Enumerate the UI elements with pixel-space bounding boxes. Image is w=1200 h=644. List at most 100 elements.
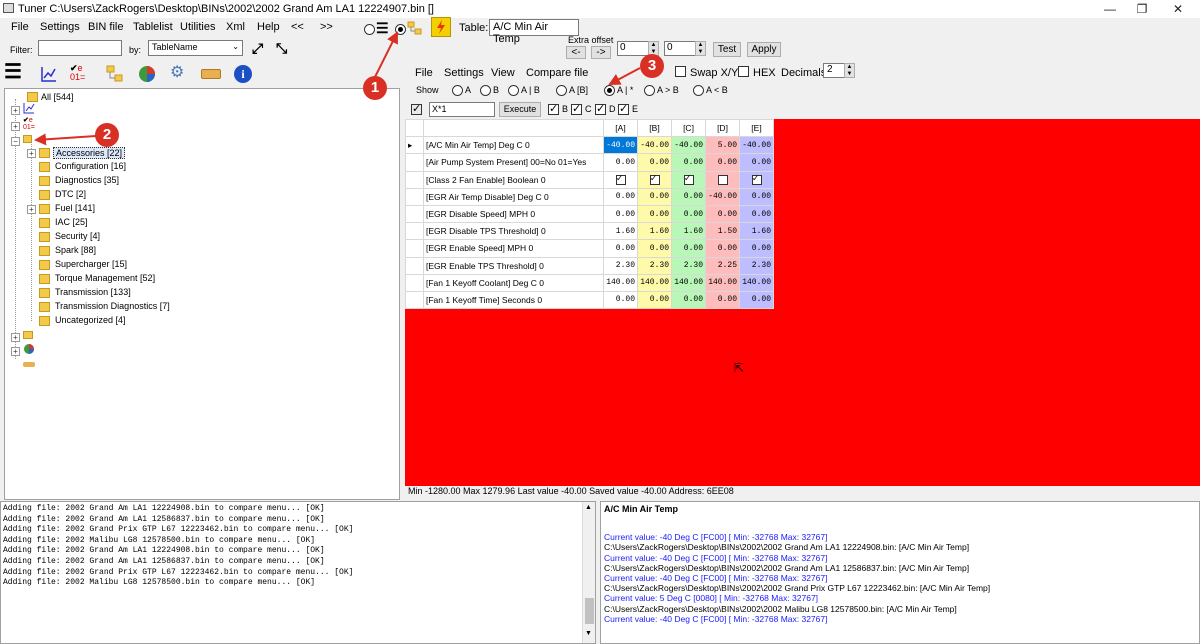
table-cell[interactable]: 0.00 [739,204,774,224]
table-cell[interactable]: 2.30 [603,256,638,275]
table-cell[interactable]: 0.00 [671,239,706,258]
row-header[interactable] [405,290,424,310]
info-icon[interactable]: i [234,65,252,83]
table-cell[interactable]: 0.00 [637,290,672,310]
gear-icon[interactable]: ⚙ [170,65,188,83]
menu-utilities[interactable]: Utilities [180,21,215,33]
table-cell[interactable]: 0.00 [637,187,672,206]
editor-menu-view[interactable]: View [491,67,515,79]
category-tree[interactable]: All [544] + + ✔e 01= − + Accessories [22]… [4,88,400,500]
table-cell[interactable]: 0.00 [603,153,638,172]
offset-left-button[interactable]: <- [566,46,586,59]
list-view-radio[interactable] [364,24,375,35]
show-a-gt-b-radio[interactable] [644,85,655,96]
table-row[interactable]: [Fan 1 Keyoff Coolant] Deg C 0 140.00 140.… [405,273,774,292]
offset-spinner-2[interactable]: ▲ ▼ [695,41,706,56]
table-cell[interactable]: 140.00 [637,273,672,292]
table-cell[interactable]: 1.50 [705,222,740,241]
table-row[interactable]: [EGR Enable Speed] MPH 0 0.00 0.00 0.00 0.00… [405,239,774,258]
table-cell[interactable]: 0.00 [739,187,774,206]
row-header[interactable] [405,239,424,258]
menu-xml[interactable]: Xml [226,21,245,33]
compare-table[interactable]: [A] [B] [C] [D] [E] ▸ [A/C Min Air Temp] … [405,118,774,310]
hex-checkbox[interactable] [738,66,749,77]
show-a-all-radio[interactable] [604,85,615,96]
tree-view-radio[interactable] [395,24,406,35]
cell-checkbox[interactable] [751,173,762,185]
table-cell[interactable]: 0.00 [705,153,740,172]
cell-checkbox[interactable] [683,173,694,185]
maximize-button[interactable]: ❐ [1124,0,1160,18]
select-cells-checkbox[interactable] [411,102,422,115]
table-row[interactable]: [EGR Enable TPS Threshold] 0 2.30 2.30 2.30… [405,256,774,275]
table-cell[interactable]: 2.30 [739,256,774,275]
table-cell[interactable]: 5.00 [705,136,740,155]
cell-checkbox[interactable] [717,174,728,185]
table-cell[interactable]: -40.00 [705,187,740,206]
expand-icon[interactable]: + [27,205,36,214]
table-cell[interactable]: 0.00 [637,153,672,172]
table-cell[interactable]: 0.00 [705,290,740,310]
table-row[interactable]: [EGR Disable TPS Threshold] 0 1.60 1.60 1.6… [405,222,774,241]
table-cell[interactable]: 0.00 [739,239,774,258]
table-cell[interactable]: 0.00 [671,290,706,310]
scroll-up-icon[interactable]: ▲ [585,504,592,511]
cell-checkbox[interactable] [615,173,626,185]
expand-icon[interactable]: + [11,106,20,115]
menu-settings[interactable]: Settings [40,21,80,33]
table-row[interactable]: [EGR Air Temp Disable] Deg C 0 0.00 0.00 0.… [405,187,774,206]
column-header-b[interactable]: [B] [637,118,672,138]
menu-tablelist[interactable]: Tablelist [133,21,173,33]
editor-menu-settings[interactable]: Settings [444,67,484,79]
menu-bin-file[interactable]: BIN file [88,21,123,33]
table-cell[interactable]: 0.00 [671,153,706,172]
row-header[interactable] [405,256,424,275]
table-cell[interactable]: 1.60 [637,222,672,241]
collapse-all-icon[interactable]: ⤡ [276,41,292,57]
table-cell[interactable]: 0.00 [671,204,706,224]
scroll-thumb[interactable] [585,598,594,624]
table-cell[interactable]: 2.30 [671,256,706,275]
row-header[interactable] [405,273,424,292]
row-header[interactable]: ▸ [405,136,424,155]
table-cell[interactable]: 140.00 [739,273,774,292]
table-cell[interactable]: 0.00 [705,204,740,224]
table-cell[interactable]: 0.00 [603,187,638,206]
editor-menu-compare-file[interactable]: Compare file [526,67,588,79]
expand-icon[interactable]: + [11,347,20,356]
table-cell[interactable]: 1.60 [671,222,706,241]
table-cell[interactable]: 140.00 [603,273,638,292]
expand-all-icon[interactable]: ⤢ [252,41,268,57]
table-cell[interactable]: 0.00 [603,290,638,310]
table-cell[interactable]: 140.00 [671,273,706,292]
table-cell[interactable]: -40.00 [603,136,638,155]
table-cell[interactable]: -40.00 [637,136,672,155]
close-button[interactable]: ✕ [1160,0,1196,18]
table-cell[interactable] [603,170,638,189]
table-row[interactable]: [Fan 1 Keyoff Time] Seconds 0 0.00 0.00 0.0… [405,290,774,310]
table-row[interactable]: [Class 2 Fan Enable] Boolean 0 [405,170,774,189]
row-header[interactable] [405,222,424,241]
edit-values-icon[interactable]: ✔e 01= [70,64,92,84]
show-a-radio[interactable] [452,85,463,96]
table-cell[interactable] [739,170,774,189]
table-cell[interactable]: 1.60 [739,222,774,241]
category-tree-icon[interactable] [106,65,124,83]
log-scrollbar[interactable]: ▲ ▼ [582,502,595,643]
row-header[interactable] [405,153,424,172]
swap-xy-checkbox[interactable] [675,66,686,77]
editor-menu-file[interactable]: File [415,67,433,79]
table-cell[interactable] [637,170,672,189]
offset-right-button[interactable]: -> [591,46,611,59]
table-cell[interactable]: 0.00 [603,239,638,258]
execute-button[interactable]: Execute [499,102,541,117]
decimals-spinner[interactable]: ▲ ▼ [844,63,855,78]
table-row[interactable]: [EGR Disable Speed] MPH 0 0.00 0.00 0.00 0.0… [405,204,774,224]
filter-input[interactable] [38,40,122,56]
minimize-button[interactable]: — [1092,0,1128,18]
table-cell[interactable] [671,170,706,189]
tree-item-accessories[interactable]: + Accessories [22] [25,146,165,160]
chart-icon[interactable] [40,65,58,83]
table-cell[interactable]: 0.00 [637,204,672,224]
apply-button[interactable]: Apply [747,42,781,57]
